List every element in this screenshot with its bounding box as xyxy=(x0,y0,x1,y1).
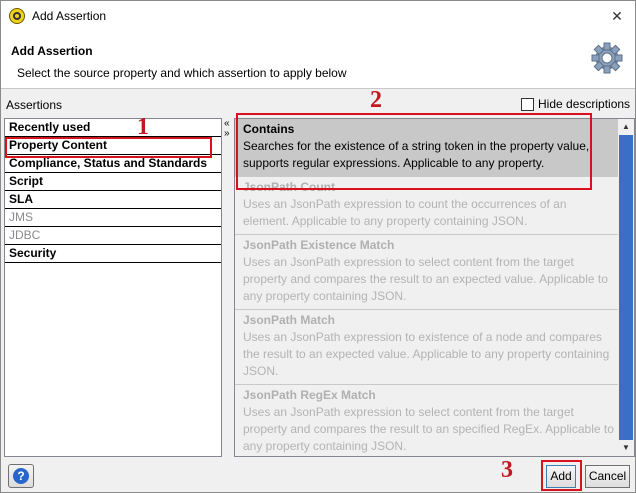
collapse-left-icon[interactable]: « xyxy=(224,119,230,129)
annotation-box-property-content xyxy=(5,137,212,158)
assertion-item[interactable]: JsonPath RegEx Match Uses an JsonPath exp… xyxy=(235,385,620,456)
add-assertion-dialog: Add Assertion ✕ Add Assertion Select the… xyxy=(0,0,636,493)
assertion-name: JsonPath RegEx Match xyxy=(243,388,376,402)
annotation-number-3: 3 xyxy=(501,457,513,483)
category-item[interactable]: Recently used xyxy=(5,119,221,137)
scroll-up-icon[interactable]: ▲ xyxy=(618,119,634,135)
panel-splitter[interactable]: « » xyxy=(222,118,234,457)
assertion-description: Uses an JsonPath expression to count the… xyxy=(243,197,567,228)
assertion-item[interactable]: JsonPath Match Uses an JsonPath expressio… xyxy=(235,310,620,385)
help-icon: ? xyxy=(13,468,29,484)
assertion-description: Uses an JsonPath expression to existence… xyxy=(243,330,610,378)
annotation-box-add xyxy=(541,460,582,491)
category-item[interactable]: Script xyxy=(5,173,221,191)
category-item[interactable]: Security xyxy=(5,245,221,263)
category-item[interactable]: JMS xyxy=(5,209,221,227)
close-icon[interactable]: ✕ xyxy=(605,5,629,27)
assertion-name: JsonPath Match xyxy=(243,313,336,327)
header-subtitle: Select the source property and which ass… xyxy=(17,66,347,80)
app-icon xyxy=(9,8,25,24)
expand-right-icon[interactable]: » xyxy=(224,129,230,139)
assertions-label: Assertions xyxy=(6,98,63,112)
category-list[interactable]: Recently used Property Content Compliance,… xyxy=(4,118,222,457)
annotation-box-contains xyxy=(236,113,592,190)
header-title: Add Assertion xyxy=(11,44,93,58)
cancel-button[interactable]: Cancel xyxy=(585,465,630,488)
window-title: Add Assertion xyxy=(32,9,107,23)
category-item[interactable]: SLA xyxy=(5,191,221,209)
hide-descriptions-label: Hide descriptions xyxy=(538,97,631,111)
scroll-down-icon[interactable]: ▼ xyxy=(618,440,634,456)
annotation-number-1: 1 xyxy=(137,114,149,140)
help-button[interactable]: ? xyxy=(8,464,34,488)
assertion-name: JsonPath Existence Match xyxy=(243,238,395,252)
scrollbar-thumb[interactable] xyxy=(619,135,633,440)
dialog-header: Add Assertion Select the source property… xyxy=(1,32,635,89)
annotation-number-2: 2 xyxy=(370,87,382,113)
assertion-item[interactable]: JsonPath Existence Match Uses an JsonPath… xyxy=(235,235,620,310)
hide-descriptions-toggle[interactable]: Hide descriptions xyxy=(521,97,630,111)
hide-descriptions-checkbox[interactable] xyxy=(521,97,534,111)
vertical-scrollbar[interactable]: ▲ ▼ xyxy=(618,119,634,456)
dialog-footer: ? Add Cancel xyxy=(1,459,635,492)
gear-icon xyxy=(591,42,623,74)
assertion-description: Uses an JsonPath expression to select co… xyxy=(243,255,608,303)
title-bar: Add Assertion ✕ xyxy=(1,1,635,32)
assertion-description: Uses an JsonPath expression to select co… xyxy=(243,405,614,453)
category-item[interactable]: JDBC xyxy=(5,227,221,245)
